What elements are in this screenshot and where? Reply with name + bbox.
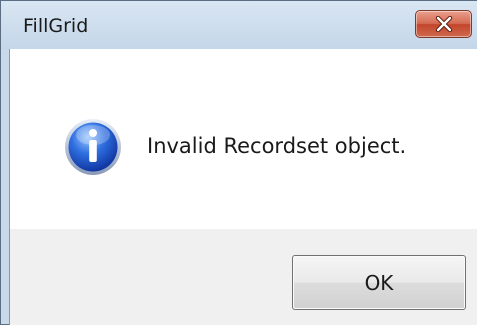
dialog-body: Invalid Recordset object. OK — [9, 49, 477, 325]
close-button[interactable] — [415, 10, 472, 38]
window-title: FillGrid — [23, 15, 89, 37]
ok-button[interactable]: OK — [292, 255, 466, 310]
close-icon — [435, 16, 452, 32]
info-icon — [65, 119, 121, 175]
message-area: Invalid Recordset object. — [10, 49, 477, 229]
message-dialog: FillGrid Invalid Recordset object. OK — [0, 0, 477, 325]
message-text: Invalid Recordset object. — [147, 134, 407, 158]
title-bar[interactable]: FillGrid — [1, 1, 477, 49]
